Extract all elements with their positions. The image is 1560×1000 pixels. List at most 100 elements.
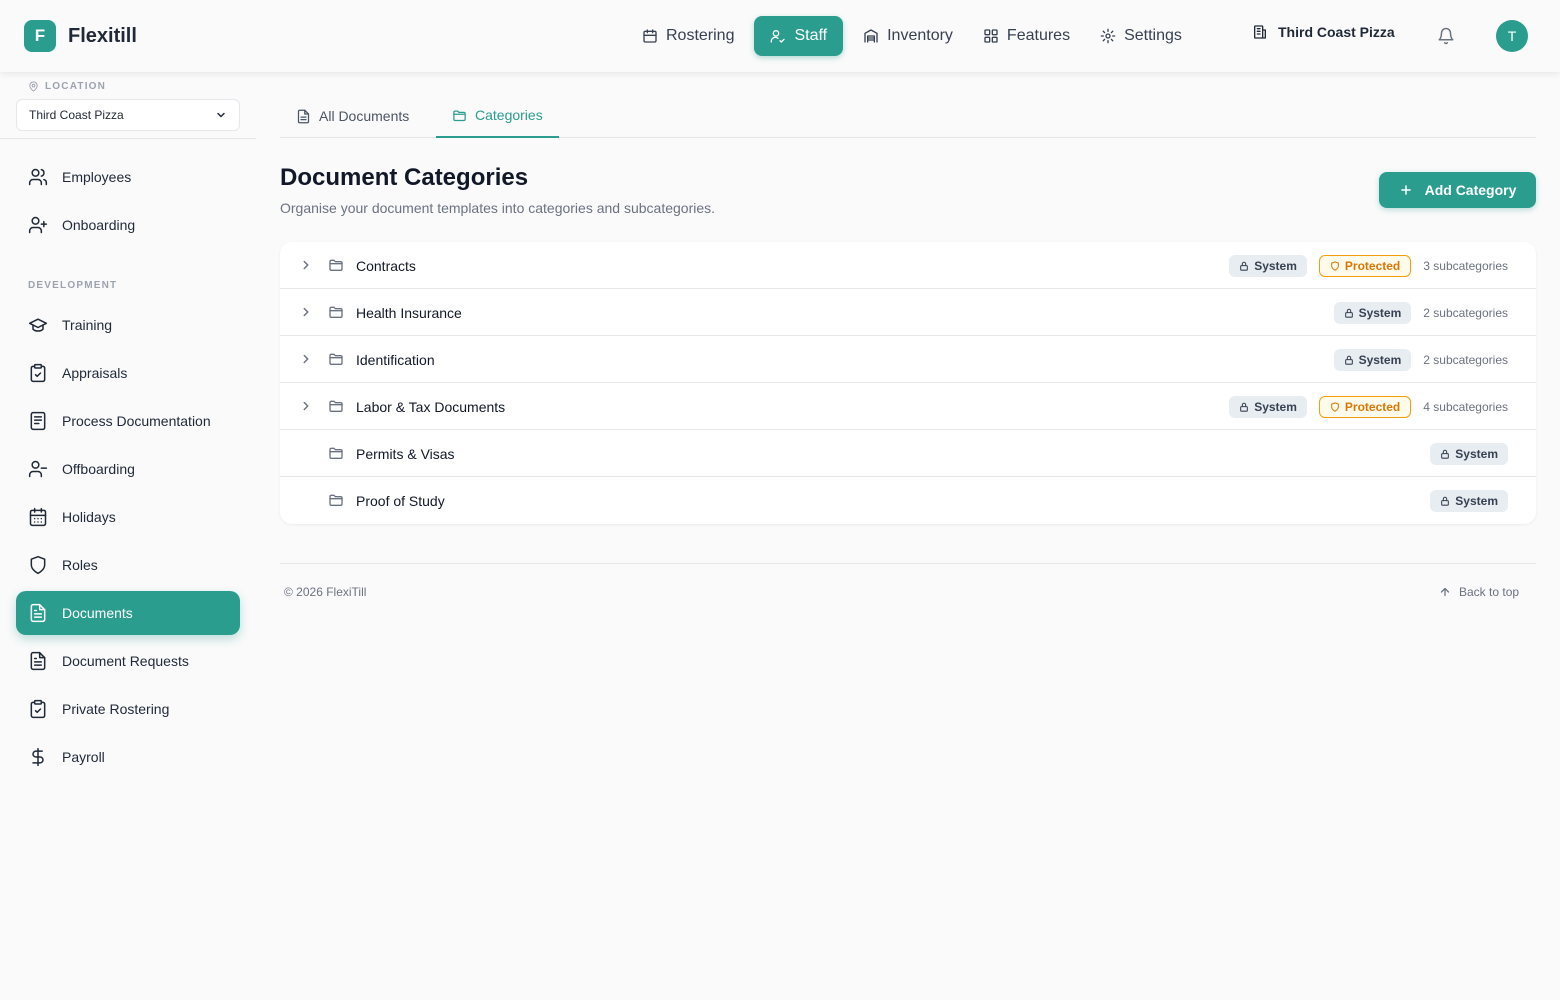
file-text-icon <box>30 603 46 623</box>
protected-badge-label: Protected <box>1344 258 1401 273</box>
sidebar-item-appraisals[interactable]: Appraisals <box>16 351 240 395</box>
sidebar-item-label: Holidays <box>62 509 116 525</box>
calendar-icon <box>643 29 657 43</box>
dollar-icon <box>32 747 44 767</box>
brand-logo: F <box>24 20 56 52</box>
category-row[interactable]: Proof of Study System <box>280 477 1536 524</box>
grid-icon <box>984 29 998 43</box>
sidebar-item-label: Employees <box>62 169 132 185</box>
notebook-icon <box>30 411 46 431</box>
chevron-right-icon[interactable] <box>299 399 313 413</box>
nav-inventory[interactable]: Inventory <box>853 16 963 56</box>
building-icon <box>1254 25 1266 39</box>
lock-icon <box>1440 449 1450 459</box>
sidebar-item-label: Document Requests <box>62 653 189 669</box>
system-badge-label: System <box>1455 446 1498 461</box>
category-name: Permits & Visas <box>356 445 455 462</box>
folder-icon <box>328 445 344 461</box>
sidebar-item-onboarding[interactable]: Onboarding <box>16 203 240 247</box>
location-label: LOCATION <box>28 81 106 92</box>
nav-settings[interactable]: Settings <box>1090 16 1192 56</box>
chevron-right-icon[interactable] <box>299 305 313 319</box>
sidebar-item-offboarding[interactable]: Offboarding <box>16 447 240 491</box>
brand[interactable]: F Flexitill <box>24 20 137 52</box>
location-switcher[interactable]: Third Coast Pizza <box>1252 24 1395 40</box>
sidebar-item-holidays[interactable]: Holidays <box>16 495 240 539</box>
back-to-top-link[interactable]: Back to top <box>1439 585 1519 599</box>
category-name: Contracts <box>356 257 416 274</box>
folder-icon <box>328 304 344 320</box>
system-badge: System <box>1333 348 1412 371</box>
system-badge-label: System <box>1358 352 1402 367</box>
tab-all-documents[interactable]: All Documents <box>280 94 425 138</box>
copyright: © 2026 FlexiTill <box>284 585 367 599</box>
user-minus-icon <box>28 460 48 478</box>
category-row[interactable]: Contracts System Protected 3 subcategories <box>280 242 1536 289</box>
page-title: Document Categories <box>280 164 529 191</box>
sidebar-item-payroll[interactable]: Payroll <box>16 735 240 779</box>
location-name: Third Coast Pizza <box>1278 24 1395 40</box>
subcategory-count: 3 subcategories <box>1423 258 1508 273</box>
folder-icon <box>328 492 344 508</box>
nav-label: Features <box>1006 27 1071 44</box>
nav-label: Inventory <box>887 27 953 44</box>
user-plus-icon <box>28 216 48 234</box>
category-row[interactable]: Health Insurance System 2 subcategories <box>280 289 1536 336</box>
category-badges: System <box>1430 477 1508 524</box>
protected-badge-label: Protected <box>1344 399 1401 414</box>
system-badge: System <box>1333 301 1412 324</box>
calendar-days-icon <box>29 507 47 527</box>
bell-icon[interactable] <box>1437 27 1455 45</box>
nav-rostering[interactable]: Rostering <box>632 16 744 56</box>
avatar[interactable]: T <box>1496 20 1528 52</box>
users-icon <box>771 30 786 43</box>
category-row[interactable]: Labor & Tax Documents System Protected 4 su… <box>280 383 1536 430</box>
lock-icon <box>1239 402 1249 412</box>
sidebar-item-label: Process Documentation <box>62 413 211 429</box>
add-category-button[interactable]: Add Category <box>1379 172 1536 208</box>
chevron-right-icon[interactable] <box>299 352 313 366</box>
category-name: Health Insurance <box>356 304 462 321</box>
category-row[interactable]: Permits & Visas System <box>280 430 1536 477</box>
location-select[interactable]: Third Coast Pizza <box>16 99 240 131</box>
sidebar: LOCATION Third Coast Pizza Employees Onb… <box>0 72 256 1000</box>
clipboard-check-icon <box>30 699 46 719</box>
nav-label: Rostering <box>666 27 735 44</box>
shield-icon <box>30 555 46 575</box>
sidebar-item-document-requests[interactable]: Document Requests <box>16 639 240 683</box>
sidebar-item-process-documentation[interactable]: Process Documentation <box>16 399 240 443</box>
system-badge-label: System <box>1358 305 1402 320</box>
folder-icon <box>453 110 466 121</box>
sidebar-item-roles[interactable]: Roles <box>16 543 240 587</box>
back-to-top-label: Back to top <box>1459 585 1520 599</box>
sidebar-item-training[interactable]: Training <box>16 303 240 347</box>
file-text-icon <box>30 651 46 671</box>
sidebar-item-private-rostering[interactable]: Private Rostering <box>16 687 240 731</box>
location-select-value: Third Coast Pizza <box>29 108 124 122</box>
footer-divider <box>280 563 1536 564</box>
category-badges: System 2 subcategories <box>1333 336 1508 383</box>
shield-icon <box>1330 260 1340 271</box>
sidebar-item-label: Offboarding <box>62 461 135 477</box>
category-name: Identification <box>356 351 435 368</box>
chevron-down-icon <box>217 112 225 118</box>
nav-features[interactable]: Features <box>973 16 1080 56</box>
tab-label: All Documents <box>319 108 410 124</box>
category-badges: System 2 subcategories <box>1333 289 1508 336</box>
nav-staff[interactable]: Staff <box>754 16 844 56</box>
category-badges: System <box>1430 430 1508 477</box>
system-badge-label: System <box>1455 493 1498 508</box>
lock-icon <box>1440 496 1450 506</box>
tab-categories[interactable]: Categories <box>436 94 559 138</box>
system-badge-label: System <box>1254 399 1297 414</box>
category-name: Labor & Tax Documents <box>356 398 506 415</box>
sidebar-item-documents[interactable]: Documents <box>16 591 240 635</box>
lock-icon <box>1344 308 1354 318</box>
chevron-right-icon[interactable] <box>299 258 313 272</box>
category-badges: System Protected 4 subcategories <box>1229 383 1508 430</box>
sidebar-item-label: Onboarding <box>62 217 136 233</box>
category-row[interactable]: Identification System 2 subcategories <box>280 336 1536 383</box>
sidebar-item-employees[interactable]: Employees <box>16 155 240 199</box>
gear-icon <box>1100 28 1116 44</box>
map-pin-icon <box>29 81 38 92</box>
